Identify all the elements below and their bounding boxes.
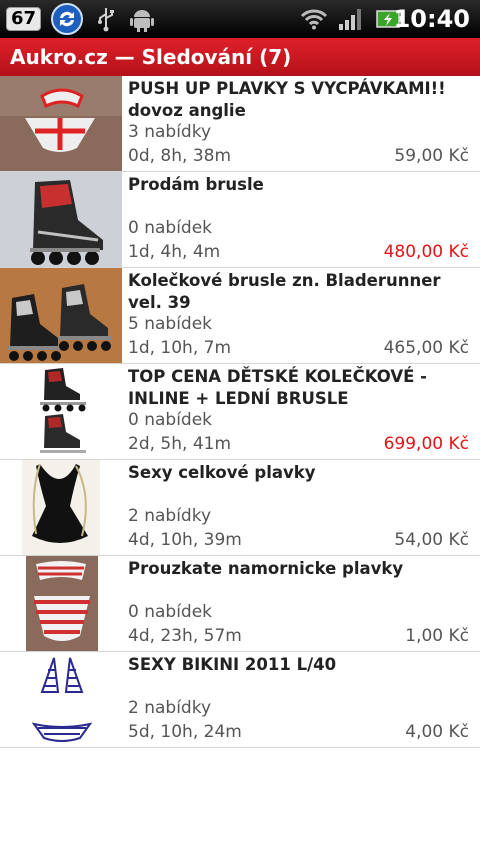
wifi-icon	[300, 9, 328, 30]
item-time-left: 4d, 23h, 57m	[128, 626, 242, 646]
item-thumbnail	[0, 172, 122, 267]
item-time-left: 4d, 10h, 39m	[128, 530, 242, 550]
item-title: TOP CENA DĚTSKÉ KOLEČKOVÉ - INLINE + LED…	[128, 367, 427, 408]
item-title: Kolečkové brusle zn. Bladerunner vel. 39	[128, 271, 441, 312]
item-bids: 2 nabídky	[128, 506, 212, 526]
item-thumbnail	[0, 652, 122, 747]
item-title: Prodám brusle	[128, 175, 264, 194]
item-bids: 2 nabídky	[128, 698, 212, 718]
item-time-left: 0d, 8h, 38m	[128, 146, 232, 166]
list-item[interactable]: Sexy celkové plavky 2 nabídky 4d, 10h, 3…	[0, 460, 480, 556]
item-title: Sexy celkové plavky	[128, 463, 316, 482]
status-bar: 67 10:40	[0, 0, 480, 38]
clock: 10:40	[393, 5, 470, 33]
item-title: SEXY BIKINI 2011 L/40	[128, 655, 337, 674]
item-thumbnail	[0, 460, 122, 555]
item-time-left: 5d, 10h, 24m	[128, 722, 242, 742]
item-price: 1,00 Kč	[405, 626, 469, 646]
item-time-left: 1d, 10h, 7m	[128, 338, 232, 358]
usb-icon	[98, 8, 114, 32]
sync-icon[interactable]	[50, 2, 84, 36]
item-price: 59,00 Kč	[394, 146, 469, 166]
list-item[interactable]: PUSH UP PLAVKY S VYCPÁVKAMI!! dovoz angl…	[0, 76, 480, 172]
item-bids: 0 nabídek	[128, 410, 213, 430]
item-time-left: 1d, 4h, 4m	[128, 242, 221, 262]
item-price: 699,00 Kč	[383, 434, 469, 454]
item-bids: 0 nabídek	[128, 218, 213, 238]
item-bids: 0 nabídek	[128, 602, 213, 622]
item-thumbnail	[0, 556, 122, 651]
item-price: 480,00 Kč	[383, 242, 469, 262]
item-price: 465,00 Kč	[383, 338, 469, 358]
android-debug-icon	[130, 10, 154, 32]
list-item[interactable]: Prodám brusle 0 nabídek 1d, 4h, 4m 480,0…	[0, 172, 480, 268]
item-thumbnail	[0, 268, 122, 363]
list-item[interactable]: SEXY BIKINI 2011 L/40 2 nabídky 5d, 10h,…	[0, 652, 480, 748]
list-item[interactable]: Kolečkové brusle zn. Bladerunner vel. 39…	[0, 268, 480, 364]
title-bar: Aukro.cz — Sledování (7)	[0, 38, 480, 76]
signal-icon	[339, 9, 361, 30]
item-price: 4,00 Kč	[405, 722, 469, 742]
item-price: 54,00 Kč	[394, 530, 469, 550]
list-item[interactable]: Prouzkate namornicke plavky 0 nabídek 4d…	[0, 556, 480, 652]
item-title: Prouzkate namornicke plavky	[128, 559, 404, 578]
item-time-left: 2d, 5h, 41m	[128, 434, 232, 454]
list-item[interactable]: TOP CENA DĚTSKÉ KOLEČKOVÉ - INLINE + LED…	[0, 364, 480, 460]
item-bids: 5 nabídek	[128, 314, 213, 334]
item-title: PUSH UP PLAVKY S VYCPÁVKAMI!! dovoz angl…	[128, 79, 446, 120]
watchlist: PUSH UP PLAVKY S VYCPÁVKAMI!! dovoz angl…	[0, 76, 480, 748]
page-title: Aukro.cz — Sledování (7)	[10, 45, 292, 69]
item-bids: 3 nabídky	[128, 122, 212, 142]
notification-count-badge[interactable]: 67	[6, 7, 42, 31]
item-thumbnail	[0, 76, 122, 171]
item-thumbnail	[0, 364, 122, 459]
